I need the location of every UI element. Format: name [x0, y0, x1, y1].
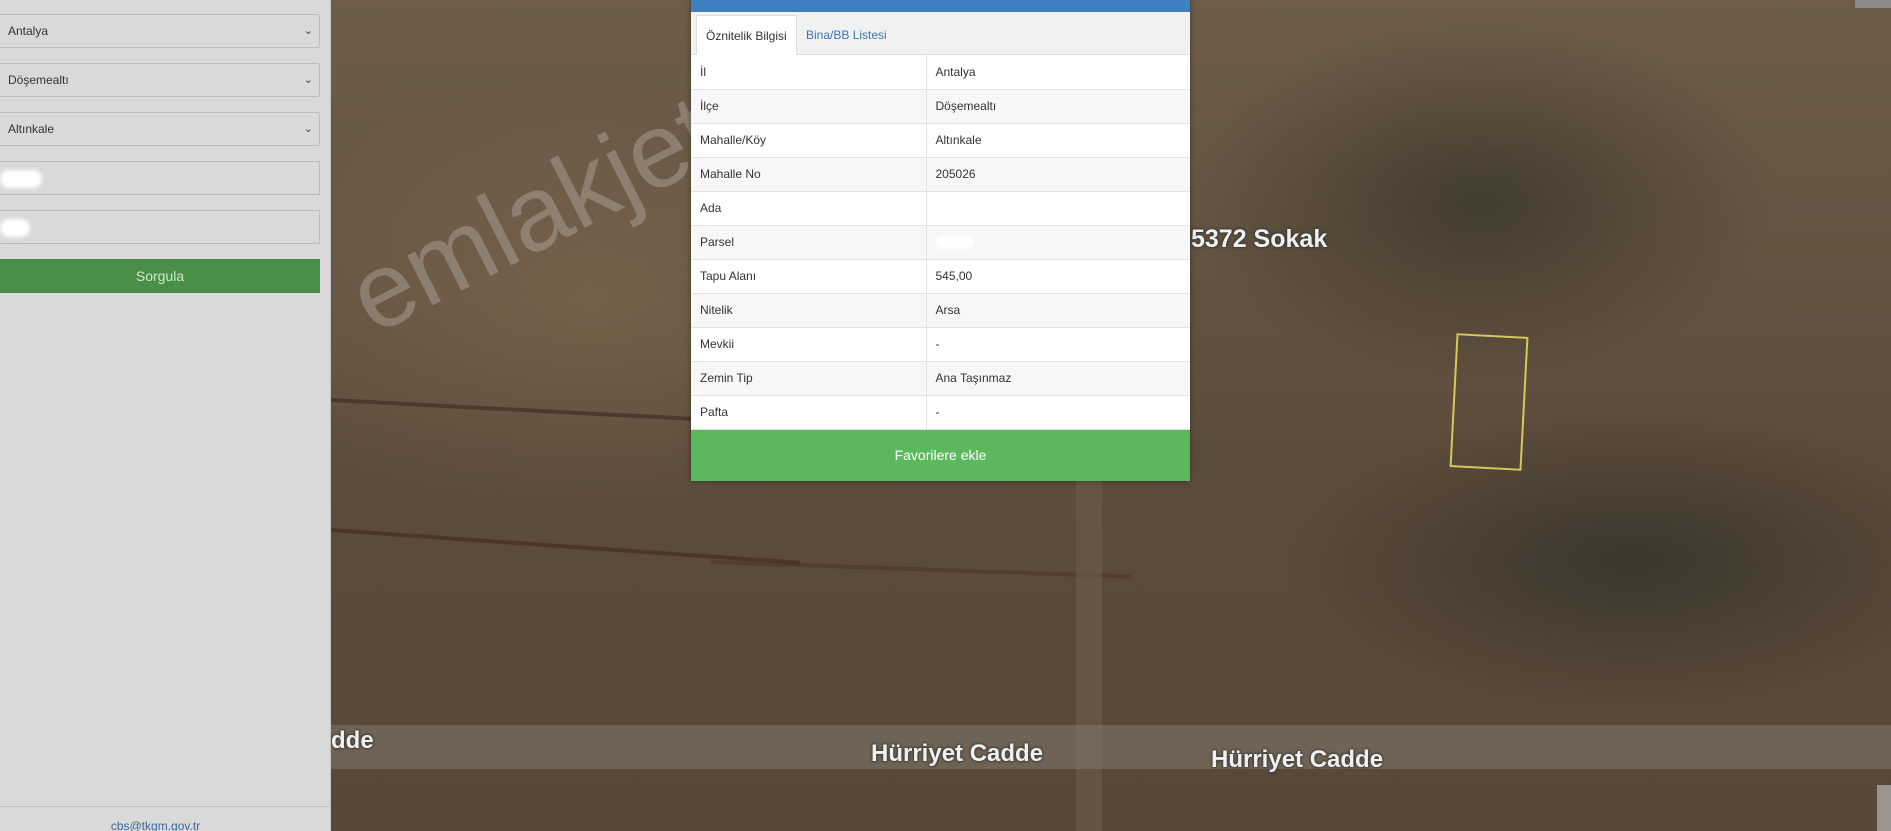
- road-label: Hürriyet Cadde: [1211, 746, 1384, 773]
- popup-header: [691, 0, 1190, 12]
- query-button[interactable]: Sorgula: [0, 259, 320, 293]
- il-select[interactable]: Antalya ⌄: [0, 14, 320, 48]
- ilce-select-value: Döşemealtı: [8, 73, 69, 87]
- table-row: Tapu Alanı 545,00: [691, 259, 1190, 294]
- redacted-parsel-value: [0, 219, 30, 237]
- attribute-key: Mevkii: [691, 327, 927, 362]
- field-furrow: [331, 528, 800, 565]
- contact-email-link[interactable]: cbs@tkgm.gov.tr: [0, 819, 311, 831]
- table-row: Zemin Tip Ana Taşınmaz: [691, 361, 1190, 396]
- road-label: Hürriyet Cadde: [871, 740, 1044, 767]
- attribute-value: [926, 225, 1190, 260]
- map-control: [1855, 0, 1891, 8]
- parcel-info-popup: Öznitelik Bilgisi Bina/BB Listesi İl Anta…: [691, 0, 1190, 481]
- attribute-key: Zemin Tip: [691, 361, 927, 396]
- attribute-key: Pafta: [691, 395, 927, 430]
- chevron-down-icon: ⌄: [303, 25, 313, 37]
- attribute-value: [926, 191, 1190, 226]
- attribute-key: Nitelik: [691, 293, 927, 328]
- attribute-table: İl Antalya İlçe Döşemealtı Mahalle/Köy Altınk…: [691, 55, 1190, 430]
- street-label: 5372 Sokak: [1191, 225, 1328, 253]
- attribute-value: -: [926, 327, 1190, 362]
- table-row: Pafta -: [691, 395, 1190, 430]
- il-select-value: Antalya: [8, 24, 49, 38]
- main-road: [331, 725, 1891, 769]
- attribute-value: 205026: [926, 157, 1190, 192]
- parcel-outline[interactable]: [1449, 333, 1529, 471]
- tab-attribute-info[interactable]: Öznitelik Bilgisi: [696, 15, 797, 55]
- attribute-key: İlçe: [691, 89, 927, 124]
- redacted-ada-value: [0, 170, 42, 188]
- tab-building-list[interactable]: Bina/BB Listesi: [797, 15, 896, 55]
- attribute-key: Mahalle/Köy: [691, 123, 927, 158]
- mahalle-select-value: Altınkale: [8, 122, 55, 136]
- attribute-value: 545,00: [926, 259, 1190, 294]
- attribute-value: Antalya: [926, 55, 1190, 90]
- attribute-key: Mahalle No: [691, 157, 927, 192]
- attribute-key: Ada: [691, 191, 927, 226]
- chevron-down-icon: ⌄: [303, 123, 313, 135]
- table-row: Mahalle No 205026: [691, 157, 1190, 192]
- table-row: Mahalle/Köy Altınkale: [691, 123, 1190, 158]
- mahalle-select[interactable]: Altınkale ⌄: [0, 112, 320, 146]
- table-row: Nitelik Arsa: [691, 293, 1190, 328]
- table-row: İl Antalya: [691, 55, 1190, 90]
- attribute-key: İl: [691, 55, 927, 90]
- attribute-value: -: [926, 395, 1190, 430]
- table-row: Parsel: [691, 225, 1190, 260]
- redacted-value: [935, 235, 974, 250]
- add-favorites-button[interactable]: Favorilere ekle: [691, 429, 1190, 481]
- attribute-key: Parsel: [691, 225, 927, 260]
- field-furrow: [710, 560, 1131, 579]
- chevron-down-icon: ⌄: [303, 74, 313, 86]
- road-label: dde: [331, 727, 374, 754]
- ada-input[interactable]: [0, 161, 320, 195]
- attribute-value: Döşemealtı: [926, 89, 1190, 124]
- attribute-value: Ana Taşınmaz: [926, 361, 1190, 396]
- map-control: [1877, 785, 1891, 831]
- dirt-road: [1076, 470, 1102, 831]
- attribute-value: Arsa: [926, 293, 1190, 328]
- attribute-key: Tapu Alanı: [691, 259, 927, 294]
- sidebar-footer: cbs@tkgm.gov.tr: [0, 806, 329, 831]
- ilce-select[interactable]: Döşemealtı ⌄: [0, 63, 320, 97]
- table-row: İlçe Döşemealtı: [691, 89, 1190, 124]
- table-row: Mevkii -: [691, 327, 1190, 362]
- popup-tabs: Öznitelik Bilgisi Bina/BB Listesi: [691, 12, 1190, 55]
- query-sidebar: Antalya ⌄ Döşemealtı ⌄ Altınkale ⌄ Sorgu…: [0, 0, 331, 831]
- parsel-input[interactable]: [0, 210, 320, 244]
- table-row: Ada: [691, 191, 1190, 226]
- attribute-value: Altınkale: [926, 123, 1190, 158]
